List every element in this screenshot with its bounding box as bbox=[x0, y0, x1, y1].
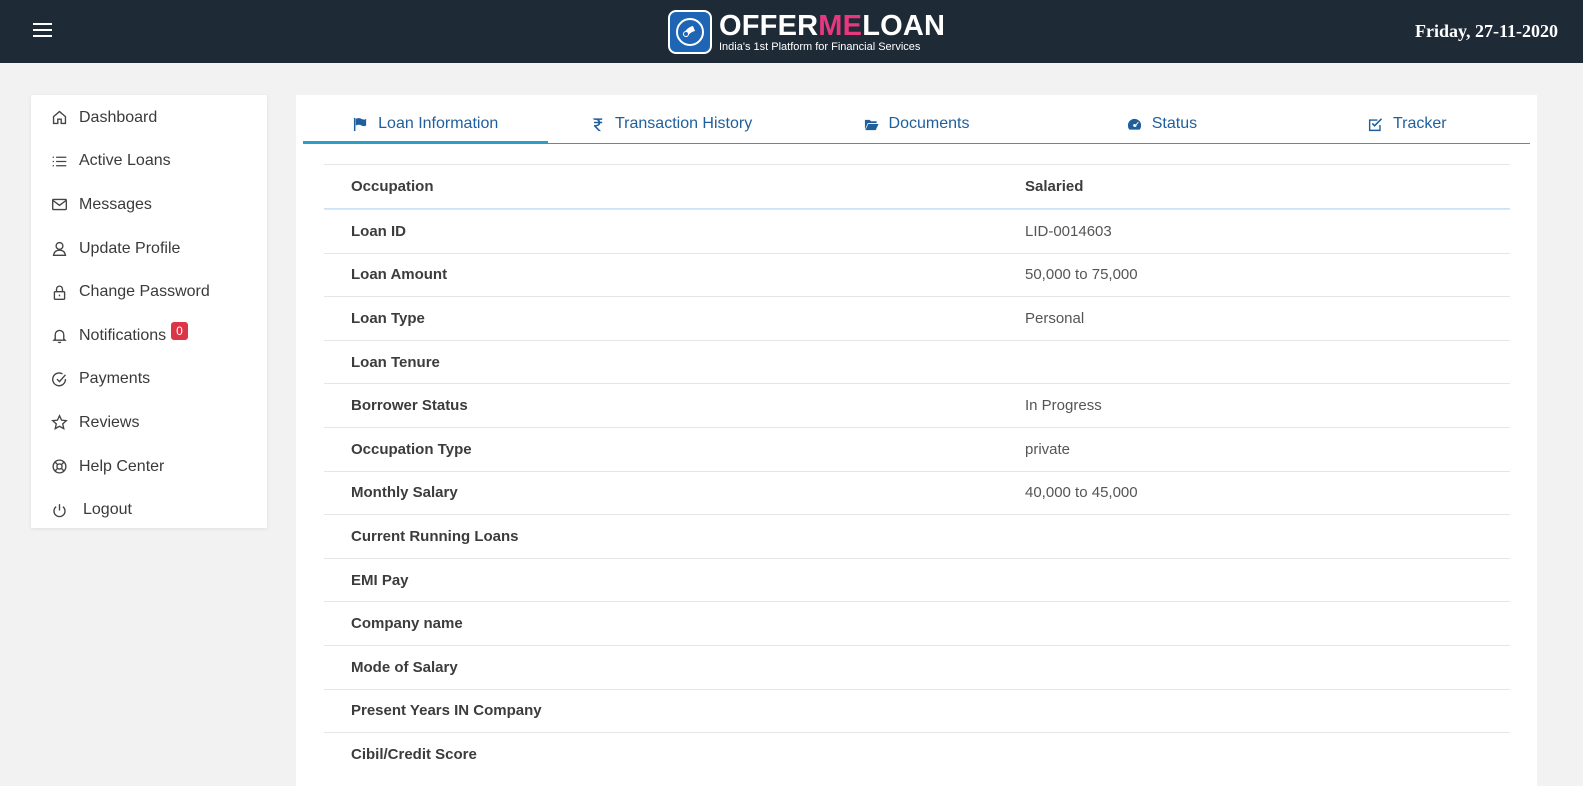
sidebar-item-label: Dashboard bbox=[79, 108, 158, 126]
notification-count-badge: 0 bbox=[171, 321, 188, 340]
lifebuoy-icon bbox=[49, 457, 69, 477]
table-row: Loan Amount 50,000 to 75,000 bbox=[324, 252, 1510, 297]
table-row: Cibil/Credit Score bbox=[324, 732, 1510, 776]
field-value: private bbox=[1025, 440, 1071, 458]
sidebar-item-active-loans[interactable]: Active Loans bbox=[31, 140, 267, 184]
sidebar-item-label: Update Profile bbox=[79, 239, 181, 257]
home-icon bbox=[49, 108, 69, 128]
table-row: Current Running Loans bbox=[324, 514, 1510, 558]
sidebar-item-notifications[interactable]: Notifications 0 bbox=[31, 314, 267, 358]
table-row: Occupation Salaried bbox=[324, 164, 1510, 209]
table-row: Monthly Salary 40,000 to 45,000 bbox=[324, 470, 1510, 515]
field-label: Borrower Status bbox=[351, 397, 468, 415]
field-label: Cibil/Credit Score bbox=[351, 745, 477, 763]
tab-documents[interactable]: Documents bbox=[794, 105, 1039, 143]
field-label: Present Years IN Company bbox=[351, 702, 542, 720]
field-label: Loan ID bbox=[351, 222, 406, 240]
field-value: 50,000 to 75,000 bbox=[1025, 266, 1138, 284]
lock-icon bbox=[49, 282, 69, 302]
tab-tracker[interactable]: Tracker bbox=[1285, 105, 1530, 143]
tab-bar: Loan Information Transaction History Doc… bbox=[303, 105, 1530, 144]
table-row: Mode of Salary bbox=[324, 644, 1510, 689]
logo-tagline: India's 1st Platform for Financial Servi… bbox=[719, 40, 921, 53]
tab-label: Documents bbox=[888, 115, 970, 132]
table-row: Loan Tenure bbox=[324, 339, 1510, 384]
sidebar-item-update-profile[interactable]: Update Profile bbox=[31, 227, 267, 271]
tachometer-icon bbox=[1127, 117, 1142, 132]
tab-label: Tracker bbox=[1393, 115, 1447, 132]
brand-logo[interactable]: OFFERMELOAN India's 1st Platform for Fin… bbox=[668, 9, 945, 55]
tab-label: Loan Information bbox=[378, 115, 499, 132]
user-icon bbox=[49, 239, 69, 259]
tab-transaction-history[interactable]: Transaction History bbox=[548, 105, 793, 143]
loan-details-panel: Loan Information Transaction History Doc… bbox=[296, 95, 1537, 786]
sidebar-menu: Dashboard Active Loans Messages Update P… bbox=[31, 95, 267, 528]
tab-label: Transaction History bbox=[614, 115, 753, 132]
table-row: Loan ID LID-0014603 bbox=[324, 209, 1510, 253]
field-label: Monthly Salary bbox=[351, 484, 458, 502]
sidebar-item-label: Help Center bbox=[79, 457, 165, 475]
sidebar-item-logout[interactable]: Logout bbox=[31, 488, 267, 532]
field-label: Loan Amount bbox=[351, 266, 448, 284]
logo-wordmark: OFFERMELOAN bbox=[719, 9, 946, 42]
field-value: Personal bbox=[1025, 309, 1085, 327]
top-bar: OFFERMELOAN India's 1st Platform for Fin… bbox=[0, 0, 1583, 63]
field-label: Company name bbox=[351, 615, 463, 633]
field-label: EMI Pay bbox=[351, 571, 409, 589]
sidebar-item-payments[interactable]: Payments bbox=[31, 358, 267, 402]
field-label: Loan Type bbox=[351, 309, 425, 327]
table-row: Company name bbox=[324, 601, 1510, 645]
table-row: Occupation Type private bbox=[324, 426, 1510, 471]
field-label: Current Running Loans bbox=[351, 527, 519, 545]
field-value: LID-0014603 bbox=[1025, 222, 1112, 240]
field-label: Occupation bbox=[351, 178, 434, 195]
tab-label: Status bbox=[1151, 115, 1198, 132]
sidebar-item-dashboard[interactable]: Dashboard bbox=[31, 96, 267, 140]
current-date: Friday, 27-11-2020 bbox=[1415, 21, 1558, 41]
table-row: Borrower Status In Progress bbox=[324, 383, 1510, 427]
sidebar-item-label: Logout bbox=[83, 501, 132, 519]
field-label: Occupation Type bbox=[351, 440, 472, 458]
field-value: Salaried bbox=[1025, 178, 1084, 195]
bell-icon bbox=[49, 326, 69, 346]
tab-status[interactable]: Status bbox=[1039, 105, 1284, 143]
power-icon bbox=[49, 500, 69, 520]
field-value: In Progress bbox=[1025, 397, 1102, 415]
table-row: Present Years IN Company bbox=[324, 688, 1510, 733]
sidebar-item-reviews[interactable]: Reviews bbox=[31, 401, 267, 445]
star-icon bbox=[49, 413, 69, 433]
field-label: Mode of Salary bbox=[351, 658, 458, 676]
sidebar-item-label: Reviews bbox=[79, 413, 140, 431]
logo-emblem-icon bbox=[668, 10, 712, 54]
list-icon bbox=[49, 151, 69, 171]
sidebar-item-change-password[interactable]: Change Password bbox=[31, 270, 267, 314]
sidebar-item-label: Messages bbox=[79, 195, 152, 213]
tab-loan-information[interactable]: Loan Information bbox=[303, 105, 549, 144]
menu-toggle-icon[interactable] bbox=[33, 23, 53, 39]
sidebar-item-label: Notifications bbox=[79, 326, 167, 344]
sidebar-item-messages[interactable]: Messages bbox=[31, 183, 267, 227]
table-row: EMI Pay bbox=[324, 557, 1510, 602]
field-label: Loan Tenure bbox=[351, 353, 440, 371]
loan-details-table: Occupation Salaried Loan ID LID-0014603 … bbox=[324, 164, 1510, 776]
folder-open-icon bbox=[864, 117, 879, 132]
mail-icon bbox=[49, 195, 69, 215]
rupee-icon bbox=[590, 117, 605, 132]
check-square-icon bbox=[1368, 117, 1383, 132]
flag-icon bbox=[353, 117, 368, 132]
check-circle-icon bbox=[49, 369, 69, 389]
sidebar-item-label: Change Password bbox=[79, 283, 210, 301]
table-row: Loan Type Personal bbox=[324, 296, 1510, 340]
sidebar-item-label: Payments bbox=[79, 370, 151, 388]
sidebar-item-help-center[interactable]: Help Center bbox=[31, 445, 267, 489]
field-value: 40,000 to 45,000 bbox=[1025, 484, 1138, 502]
sidebar-item-label: Active Loans bbox=[79, 152, 171, 170]
